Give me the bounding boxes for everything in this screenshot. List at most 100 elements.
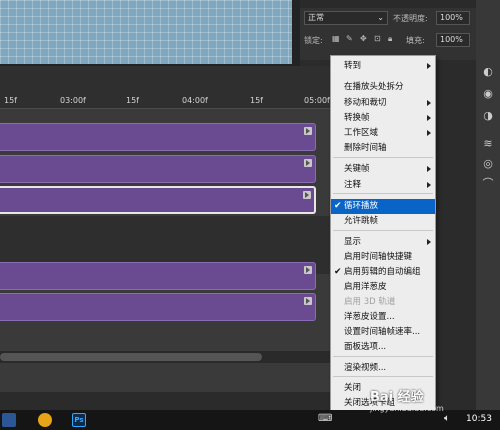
- ps-label: Ps: [74, 416, 84, 424]
- menu-item[interactable]: 设置时间轴帧速率...: [331, 325, 435, 340]
- clip-transition-icon[interactable]: [304, 297, 312, 305]
- menu-item-label: 显示: [344, 237, 362, 247]
- lock-image-icon[interactable]: ✎: [346, 34, 353, 43]
- lock-label: 锁定:: [304, 36, 323, 45]
- paths-icon[interactable]: ⌒: [482, 178, 494, 190]
- scrollbar-thumb[interactable]: [0, 353, 262, 361]
- time-ruler[interactable]: 15f 03:00f 15f 04:00f 15f 05:00f: [0, 94, 330, 109]
- menu-item-label: 注释: [344, 180, 362, 190]
- submenu-arrow-icon: [427, 239, 431, 245]
- canvas-area: [0, 0, 300, 66]
- qq-icon[interactable]: [38, 413, 52, 427]
- watermark-url: jingyan.baidu.com: [370, 404, 444, 413]
- opacity-value: 100%: [440, 13, 463, 22]
- clip-transition-icon[interactable]: [304, 159, 312, 167]
- timeline-context-menu: 转到在播放头处拆分 移动和裁切转换帧工作区域删除时间轴关键帧注释 ✔ 循环播放允许跳帧…: [330, 55, 436, 413]
- ruler-tick: 03:00f: [60, 96, 86, 105]
- menu-item-label: 面板选项...: [344, 342, 387, 352]
- menu-item[interactable]: 允许跳帧: [331, 214, 435, 229]
- menu-item: 启用 3D 轨道: [331, 295, 435, 310]
- fill-field[interactable]: 100%: [436, 33, 470, 47]
- menu-item[interactable]: 转到: [331, 59, 435, 74]
- menu-item[interactable]: 移动和裁切: [331, 96, 435, 111]
- lock-position-icon[interactable]: ✥: [360, 34, 367, 43]
- lock-artboard-icon[interactable]: ⊡: [374, 34, 381, 43]
- menu-item-label: 洋葱皮设置...: [344, 312, 395, 322]
- document-canvas[interactable]: [0, 0, 292, 64]
- panel-tab-strip: [300, 0, 476, 8]
- blend-mode-select[interactable]: 正常 ⌄: [304, 11, 388, 25]
- menu-item-label: 移动和裁切: [344, 98, 387, 108]
- menu-item-label: 转换帧: [344, 113, 370, 123]
- video-clip[interactable]: [0, 262, 316, 290]
- horizontal-scrollbar[interactable]: [0, 351, 330, 363]
- menu-item[interactable]: 面板选项...: [331, 340, 435, 355]
- menu-item-label: 启用剪辑的自动编组: [344, 267, 421, 277]
- menu-item[interactable]: 关键帧: [331, 162, 435, 177]
- menu-item-label: 启用时间轴快捷键: [344, 252, 413, 262]
- lock-all-icon[interactable]: 🔒︎: [388, 34, 392, 44]
- menu-separator: [333, 193, 433, 194]
- video-clip[interactable]: [0, 155, 316, 183]
- timeline-panel: 15f 03:00f 15f 04:00f 15f 05:00f: [0, 66, 330, 392]
- menu-item-label: 在播放头处拆分: [344, 82, 404, 92]
- video-clip-selected[interactable]: [0, 186, 316, 214]
- menu-item[interactable]: 转换帧: [331, 111, 435, 126]
- menu-item-label: 工作区域: [344, 128, 379, 138]
- menu-item[interactable]: 在播放头处拆分: [331, 80, 435, 95]
- menu-item[interactable]: 启用洋葱皮: [331, 280, 435, 295]
- color-panel-icon[interactable]: ◉: [482, 88, 494, 100]
- brush-panel-icon[interactable]: ◐: [482, 66, 494, 78]
- photoshop-taskbar-button[interactable]: Ps: [72, 413, 86, 427]
- submenu-arrow-icon: [427, 63, 431, 69]
- menu-item-label: 允许跳帧: [344, 216, 379, 226]
- video-clip[interactable]: [0, 123, 316, 151]
- clip-transition-icon[interactable]: [303, 191, 311, 199]
- menu-item-label: 启用洋葱皮: [344, 282, 387, 292]
- submenu-arrow-icon: [427, 115, 431, 121]
- menu-item-label: 删除时间轴: [344, 143, 387, 153]
- menu-item[interactable]: ✔ 循环播放: [331, 199, 435, 214]
- chevron-down-icon: ⌄: [377, 13, 384, 22]
- windows-taskbar: Ps ⌨ 🔈︎ 10:53: [0, 410, 500, 430]
- menu-separator: [333, 157, 433, 158]
- channels-icon[interactable]: ◎: [482, 158, 494, 170]
- menu-item-label: 渲染视频...: [344, 363, 387, 373]
- clock[interactable]: 10:53: [466, 414, 492, 424]
- layers-panel-icon[interactable]: ≋: [482, 138, 494, 150]
- menu-item[interactable]: ✔ 启用剪辑的自动编组: [331, 265, 435, 280]
- submenu-arrow-icon: [427, 100, 431, 106]
- menu-separator: [333, 376, 433, 377]
- menu-item[interactable]: 渲染视频...: [331, 361, 435, 376]
- menu-item-label: 关键帧: [344, 164, 370, 174]
- checkmark-icon: ✔: [334, 201, 342, 211]
- ruler-tick: 04:00f: [182, 96, 208, 105]
- clip-transition-icon[interactable]: [304, 127, 312, 135]
- video-clip[interactable]: [0, 293, 316, 321]
- fill-label: 填充:: [406, 36, 425, 45]
- menu-item[interactable]: 注释: [331, 178, 435, 193]
- menu-item[interactable]: 工作区域: [331, 126, 435, 141]
- watermark-logo: Bai 经验: [370, 390, 424, 405]
- menu-item-label: 设置时间轴帧速率...: [344, 327, 421, 337]
- menu-item[interactable]: 洋葱皮设置...: [331, 310, 435, 325]
- submenu-arrow-icon: [427, 182, 431, 188]
- opacity-label: 不透明度:: [393, 14, 428, 23]
- timeline-header: [0, 66, 330, 94]
- menu-item-label: 关闭: [344, 383, 362, 393]
- menu-separator: [333, 230, 433, 231]
- checkmark-icon: ✔: [334, 267, 342, 277]
- keyboard-icon[interactable]: ⌨: [318, 413, 332, 424]
- opacity-field[interactable]: 100%: [436, 11, 470, 25]
- adjustments-icon[interactable]: ◑: [482, 110, 494, 122]
- menu-item[interactable]: 删除时间轴: [331, 141, 435, 156]
- clip-transition-icon[interactable]: [304, 266, 312, 274]
- lock-transparent-icon[interactable]: ▦: [332, 34, 340, 43]
- volume-icon[interactable]: 🔈︎: [444, 413, 450, 424]
- word-icon[interactable]: [2, 413, 16, 427]
- menu-item[interactable]: 启用时间轴快捷键: [331, 250, 435, 265]
- menu-separator: [333, 356, 433, 357]
- menu-item-label: 转到: [344, 61, 362, 71]
- submenu-arrow-icon: [427, 166, 431, 172]
- menu-item[interactable]: 显示: [331, 235, 435, 250]
